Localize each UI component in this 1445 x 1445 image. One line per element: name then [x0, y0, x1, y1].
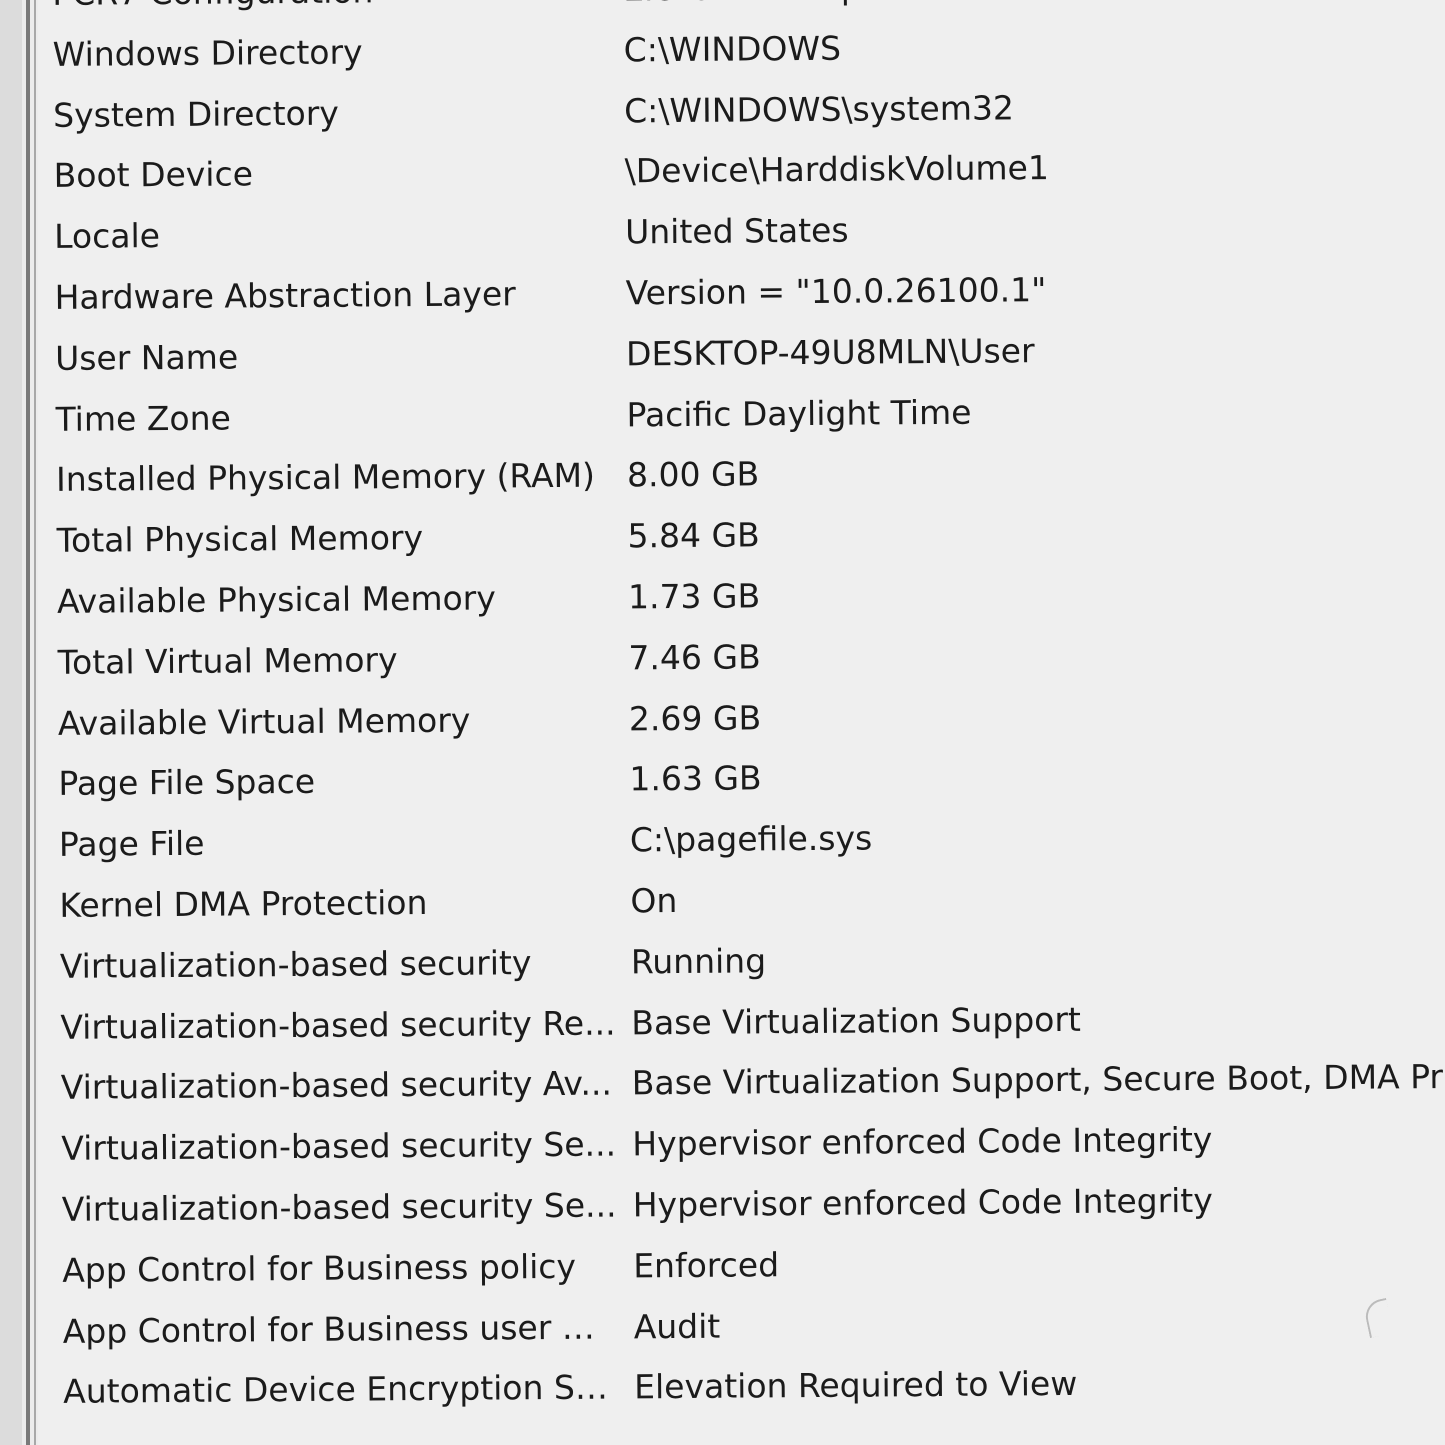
- item-cell: User Name: [54, 337, 239, 378]
- list-row-available-physical-memory[interactable]: Available Physical Memory 1.73 GB: [43, 561, 1445, 633]
- item-cell: Installed Physical Memory (RAM): [55, 456, 596, 500]
- list-row-system-directory[interactable]: System Directory C:\WINDOWS\system32: [39, 75, 1445, 147]
- list-row-windows-directory[interactable]: Windows Directory C:\WINDOWS: [38, 14, 1445, 86]
- list-row-installed-physical-memory[interactable]: Installed Physical Memory (RAM) 8.00 GB: [42, 439, 1445, 511]
- item-cell: Total Virtual Memory: [57, 639, 398, 682]
- system-summary-list[interactable]: PCR7 Configuration Elevation Required to…: [38, 0, 1445, 1445]
- value-cell: C:\WINDOWS: [623, 28, 842, 70]
- item-cell: Total Physical Memory: [56, 518, 424, 561]
- value-cell: 1.73 GB: [627, 576, 761, 617]
- pane-border-inner: [34, 0, 36, 1445]
- list-row-hardware-abstraction-layer[interactable]: Hardware Abstraction Layer Version = "10…: [40, 257, 1445, 329]
- list-row-kernel-dma-protection[interactable]: Kernel DMA Protection On: [45, 865, 1445, 937]
- system-summary-rows: PCR7 Configuration Elevation Required to…: [38, 0, 1445, 1423]
- value-cell: On: [630, 880, 678, 921]
- item-cell: Virtualization-based security: [59, 942, 532, 986]
- item-cell: Available Physical Memory: [56, 578, 496, 621]
- item-cell: Locale: [53, 216, 161, 257]
- item-cell: Virtualization-based security Av...: [60, 1063, 613, 1108]
- list-row-vbs-required[interactable]: Virtualization-based security Re... Base…: [46, 986, 1445, 1058]
- value-cell: Base Virtualization Support: [631, 999, 1082, 1042]
- value-cell: C:\WINDOWS\system32: [624, 87, 1015, 130]
- value-cell: Hypervisor enforced Code Integrity: [632, 1119, 1213, 1164]
- value-cell: 7.46 GB: [628, 637, 761, 678]
- item-cell: System Directory: [53, 93, 339, 135]
- list-row-app-control-policy[interactable]: App Control for Business policy Enforced: [48, 1230, 1445, 1302]
- value-cell: 8.00 GB: [626, 454, 760, 495]
- value-cell: 5.84 GB: [627, 515, 760, 556]
- list-row-page-file[interactable]: Page File C:\pagefile.sys: [45, 804, 1445, 876]
- value-cell: Running: [630, 941, 767, 982]
- list-row-total-physical-memory[interactable]: Total Physical Memory 5.84 GB: [42, 500, 1445, 572]
- list-row-available-virtual-memory[interactable]: Available Virtual Memory 2.69 GB: [44, 682, 1445, 754]
- value-cell: C:\pagefile.sys: [629, 818, 873, 860]
- item-cell: Windows Directory: [52, 32, 363, 74]
- item-cell: App Control for Business policy: [62, 1246, 577, 1290]
- item-cell: PCR7 Configuration: [52, 0, 608, 16]
- list-row-vbs-services-running[interactable]: Virtualization-based security Se... Hype…: [48, 1169, 1445, 1241]
- list-row-user-name[interactable]: User Name DESKTOP-49U8MLN\User: [41, 318, 1445, 390]
- window-left-edge: [0, 0, 22, 1445]
- item-cell: Page File Space: [58, 762, 316, 804]
- item-cell: Time Zone: [55, 398, 231, 439]
- value-cell: DESKTOP-49U8MLN\User: [625, 330, 1035, 374]
- list-row-app-control-user-mode[interactable]: App Control for Business user m... Audit: [49, 1290, 1445, 1362]
- value-cell: Elevation Required to View: [634, 1364, 1078, 1407]
- item-cell: Hardware Abstraction Layer: [54, 274, 516, 317]
- value-cell: Version = "10.0.26100.1": [625, 270, 1047, 313]
- value-cell: Audit: [633, 1306, 721, 1346]
- value-cell: 1.63 GB: [629, 758, 762, 799]
- list-row-vbs[interactable]: Virtualization-based security Running: [46, 926, 1445, 998]
- value-cell: Pacific Daylight Time: [626, 392, 972, 434]
- list-row-locale[interactable]: Locale United States: [40, 196, 1445, 268]
- value-cell: United States: [624, 210, 849, 252]
- item-cell: Automatic Device Encryption Su...: [63, 1367, 620, 1412]
- item-cell: Virtualization-based security Se...: [61, 1124, 617, 1168]
- item-cell: App Control for Business user m...: [62, 1306, 619, 1351]
- list-row-vbs-available[interactable]: Virtualization-based security Av... Base…: [47, 1047, 1445, 1119]
- value-cell: Base Virtualization Support, Secure Boot…: [631, 1057, 1444, 1103]
- value-cell: Hypervisor enforced Code Integrity: [632, 1180, 1213, 1225]
- list-row-boot-device[interactable]: Boot Device \Device\HarddiskVolume1: [39, 135, 1445, 207]
- list-row-total-virtual-memory[interactable]: Total Virtual Memory 7.46 GB: [43, 622, 1445, 694]
- value-cell: Enforced: [633, 1244, 780, 1286]
- item-cell: Boot Device: [53, 154, 254, 196]
- item-cell: Virtualization-based security Re...: [60, 1003, 616, 1047]
- item-cell: Kernel DMA Protection: [59, 882, 428, 925]
- list-row-page-file-space[interactable]: Page File Space 1.63 GB: [44, 743, 1445, 815]
- item-cell: Available Virtual Memory: [57, 700, 471, 743]
- list-row-time-zone[interactable]: Time Zone Pacific Daylight Time: [41, 379, 1445, 451]
- value-cell: 2.69 GB: [628, 697, 762, 738]
- list-row-vbs-services-configured[interactable]: Virtualization-based security Se... Hype…: [47, 1108, 1445, 1180]
- value-cell: Elevation Required to View: [623, 0, 1445, 11]
- value-cell: \Device\HarddiskVolume1: [624, 148, 1050, 191]
- item-cell: Virtualization-based security Se...: [61, 1185, 617, 1229]
- pane-border: [26, 0, 30, 1445]
- item-cell: Page File: [58, 823, 205, 865]
- list-row-automatic-device-encryption[interactable]: Automatic Device Encryption Su... Elevat…: [49, 1351, 1445, 1423]
